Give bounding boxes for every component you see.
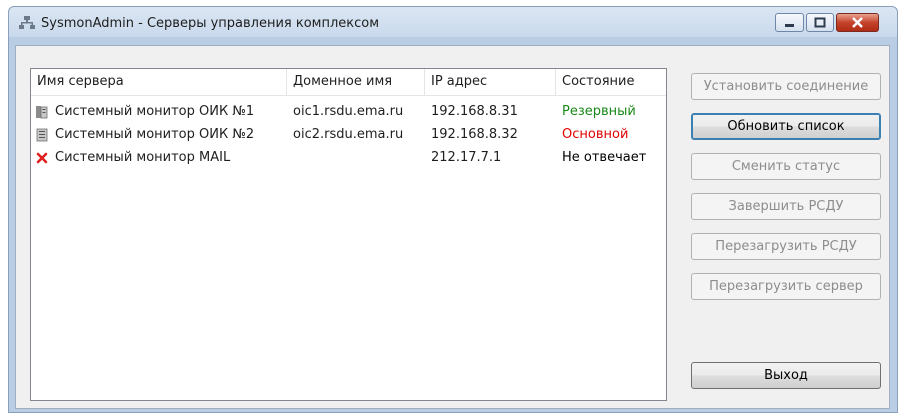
close-icon [852,17,863,28]
main-window: SysmonAdmin - Серверы управления комплек… [8,6,898,413]
server-status: Резервный [562,104,636,119]
column-header-domain[interactable]: Доменное имя [287,69,425,95]
column-header-status[interactable]: Состояние [556,69,666,95]
server-status: Основной [562,127,629,142]
server-domain: oic2.rsdu.ema.ru [293,127,404,142]
connect-button[interactable]: Установить соединение [691,73,881,100]
network-app-icon [19,16,35,29]
server-name: Системный монитор MAIL [55,150,231,165]
error-x-icon [36,152,48,164]
maximize-button[interactable] [806,13,834,32]
column-header-ip[interactable]: IP адрес [425,69,556,95]
server-status: Не отвечает [562,150,647,165]
table-row[interactable]: Системный монитор ОИК №2 oic2.rsdu.ema.r… [31,124,666,146]
close-button[interactable] [836,13,879,32]
maximize-icon [814,17,826,28]
window-title: SysmonAdmin - Серверы управления комплек… [41,16,380,31]
server-ip: 192.168.8.32 [431,127,518,142]
restart-server-button[interactable]: Перезагрузить сервер [691,273,881,300]
server-ip: 212.17.7.1 [431,150,502,165]
column-header-name[interactable]: Имя сервера [31,69,287,95]
server-icon [36,106,48,119]
server-name: Системный монитор ОИК №2 [55,127,255,142]
minimize-icon [785,24,794,27]
server-name: Системный монитор ОИК №1 [55,104,255,119]
server-list[interactable]: Имя сервера Доменное имя IP адрес Состоя… [30,68,667,401]
table-row[interactable]: Системный монитор MAIL 212.17.7.1 Не отв… [31,147,666,169]
exit-button[interactable]: Выход [691,362,881,389]
server-icon [36,128,48,142]
minimize-button[interactable] [775,13,804,32]
server-ip: 192.168.8.31 [431,104,518,119]
list-header: Имя сервера Доменное имя IP адрес Состоя… [31,69,666,96]
change-status-button[interactable]: Сменить статус [691,153,881,180]
stop-rsdu-button[interactable]: Завершить РСДУ [691,193,881,220]
client-area: Имя сервера Доменное имя IP адрес Состоя… [15,45,890,409]
title-bar[interactable]: SysmonAdmin - Серверы управления комплек… [9,7,897,39]
restart-rsdu-button[interactable]: Перезагрузить РСДУ [691,233,881,260]
server-domain: oic1.rsdu.ema.ru [293,104,404,119]
table-row[interactable]: Системный монитор ОИК №1 oic1.rsdu.ema.r… [31,101,666,123]
refresh-list-button[interactable]: Обновить список [691,113,881,140]
